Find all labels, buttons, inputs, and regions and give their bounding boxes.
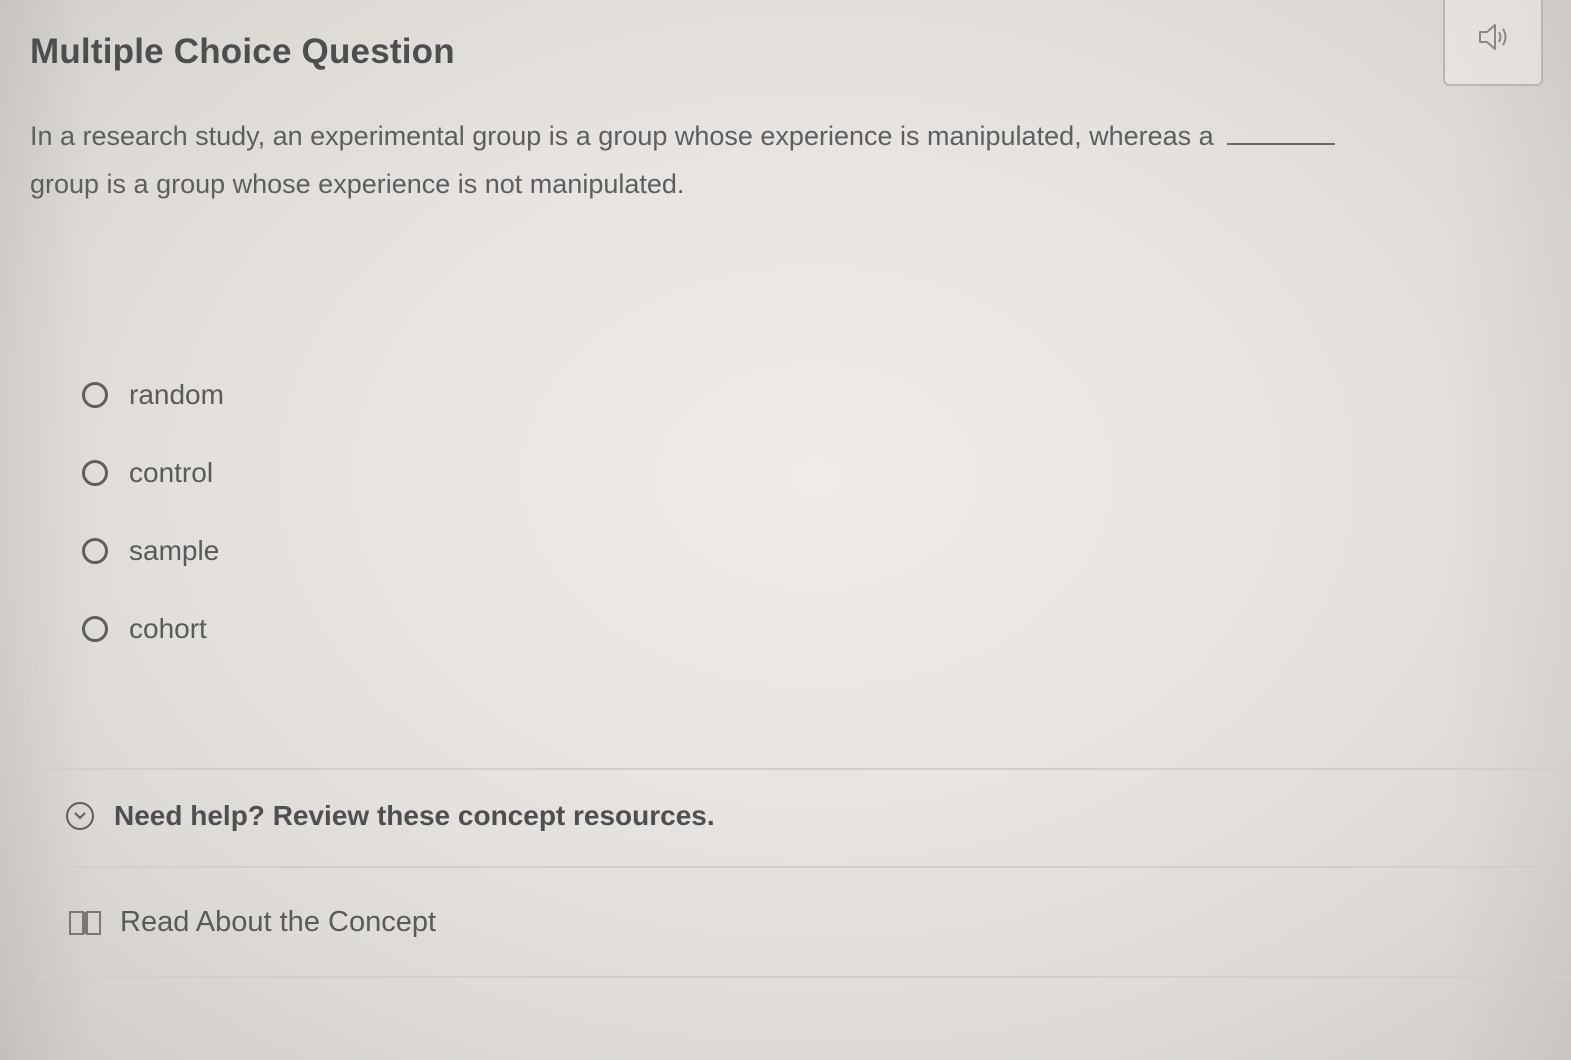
divider	[36, 976, 1571, 978]
read-about-concept-link[interactable]: Read About the Concept	[68, 906, 436, 939]
read-aloud-button[interactable]	[1443, 0, 1543, 86]
option-label: sample	[129, 535, 220, 566]
prompt-text-part1: In a research study, an experimental gro…	[30, 121, 1214, 151]
question-type-title: Multiple Choice Question	[30, 32, 455, 71]
option-control[interactable]: control	[82, 434, 224, 512]
option-label: random	[129, 379, 224, 410]
divider	[36, 866, 1571, 868]
radio-button[interactable]	[82, 538, 108, 564]
answer-blank	[1227, 121, 1336, 145]
question-prompt: In a research study, an experimental gro…	[30, 112, 1510, 208]
read-about-concept-label: Read About the Concept	[120, 906, 437, 938]
concept-resources-label: Need help? Review these concept resource…	[114, 800, 715, 831]
radio-button[interactable]	[82, 382, 108, 408]
radio-button[interactable]	[82, 616, 108, 642]
option-label: control	[129, 457, 214, 488]
answer-options: random control sample cohort	[82, 356, 224, 668]
option-label: cohort	[129, 613, 207, 644]
prompt-text-part2: group is a group whose experience is not…	[30, 169, 685, 199]
divider	[36, 768, 1571, 770]
option-sample[interactable]: sample	[82, 512, 224, 590]
book-icon	[69, 910, 101, 935]
speaker-icon	[1479, 24, 1507, 50]
radio-button[interactable]	[82, 460, 108, 486]
option-random[interactable]: random	[82, 356, 224, 434]
chevron-down-icon	[66, 802, 94, 830]
option-cohort[interactable]: cohort	[82, 590, 224, 668]
concept-resources-toggle[interactable]: Need help? Review these concept resource…	[66, 800, 715, 832]
